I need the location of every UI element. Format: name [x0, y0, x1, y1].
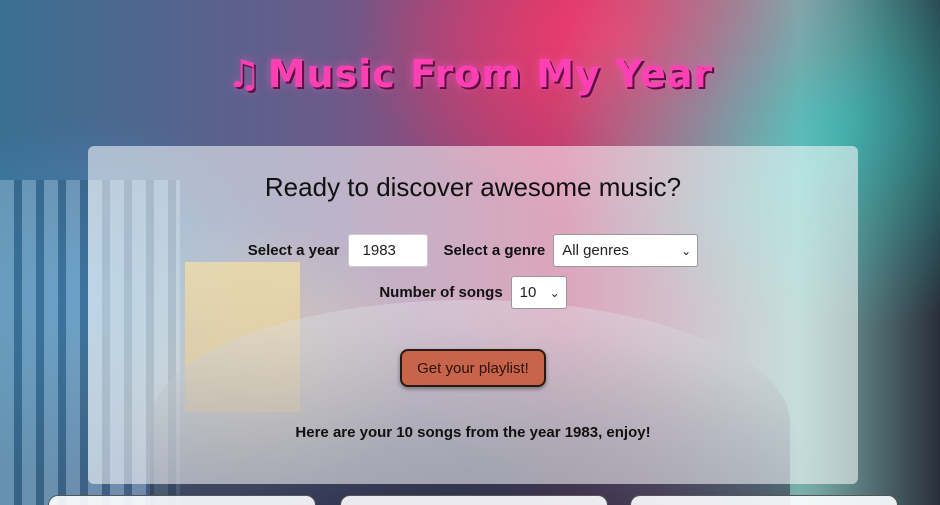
songs-label: Number of songs	[379, 284, 503, 301]
songs-select[interactable]: 10 ⌄	[510, 276, 567, 309]
year-genre-row: Select a year Select a genre All genres …	[88, 234, 858, 267]
result-message: Here are your 10 songs from the year 198…	[295, 424, 651, 441]
song-card[interactable]	[340, 495, 608, 505]
year-input[interactable]	[347, 234, 428, 267]
chevron-down-icon: ⌄	[681, 243, 692, 258]
app-title: ♫ Music From My Year	[226, 52, 714, 96]
genre-label: Select a genre	[443, 242, 546, 259]
get-playlist-button[interactable]: Get your playlist!	[400, 349, 546, 387]
song-card[interactable]	[630, 495, 898, 505]
year-label: Select a year	[247, 242, 340, 259]
chevron-down-icon: ⌄	[549, 285, 560, 300]
music-note-icon: ♫	[226, 52, 262, 96]
panel-heading: Ready to discover awesome music?	[264, 172, 682, 202]
genre-select[interactable]: All genres ⌄	[553, 234, 699, 267]
song-card[interactable]	[48, 495, 316, 505]
songs-row: Number of songs 10 ⌄	[88, 276, 858, 309]
songs-selected-value: 10	[519, 284, 537, 301]
genre-selected-value: All genres	[562, 242, 629, 259]
discover-panel: Ready to discover awesome music? Select …	[88, 146, 858, 484]
